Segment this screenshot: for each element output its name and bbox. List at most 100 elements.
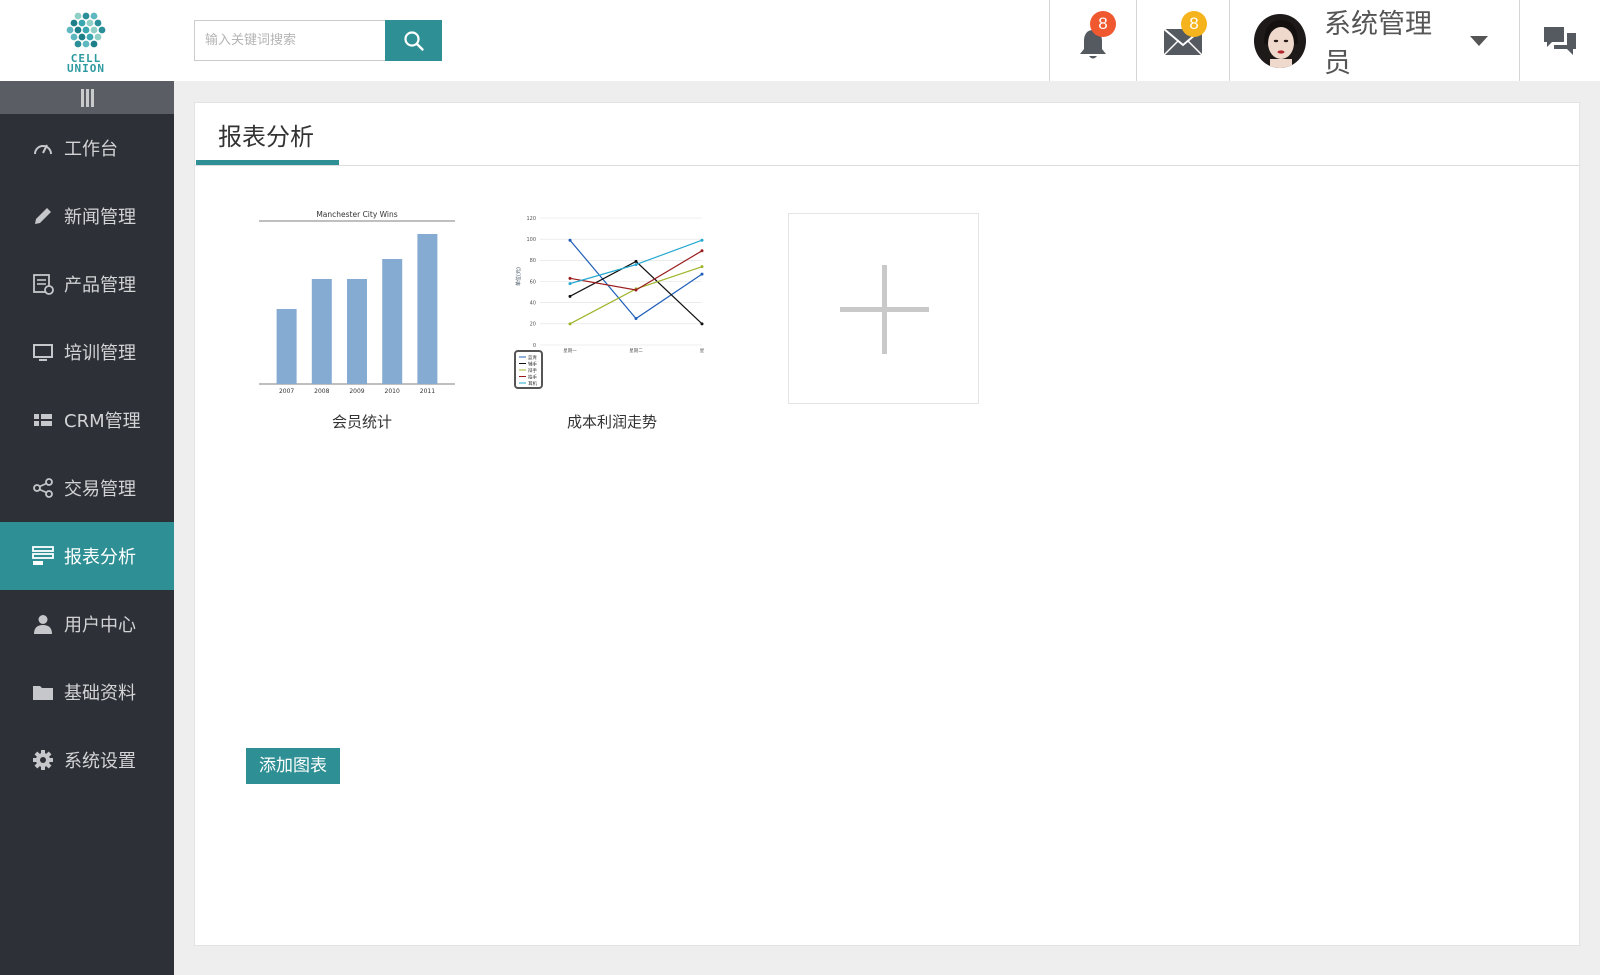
sidebar: 工作台 新闻管理 产品管理 培训管理 CRM管理 交易管理 报表分析 用户中心 …	[0, 81, 174, 975]
bar-2007	[276, 309, 297, 384]
sidebar-item-label: 系统设置	[64, 751, 136, 772]
sidebar-item-label: 培训管理	[64, 343, 136, 364]
series-point	[634, 288, 638, 292]
cell-union-logo[interactable]: CELL UNION	[56, 10, 116, 74]
x-tick-label: 2007	[279, 388, 294, 395]
search-input[interactable]	[194, 20, 385, 61]
sidebar-item-settings[interactable]: 系统设置	[0, 726, 174, 794]
logo-dot	[66, 26, 74, 34]
logo-dot	[82, 12, 90, 20]
logo-dot	[82, 40, 90, 48]
x-tick-label: 星期一	[563, 348, 577, 354]
sidebar-item-label: 工作台	[64, 139, 118, 160]
add-chart-tile[interactable]	[788, 213, 979, 404]
chevron-down-icon	[1470, 35, 1488, 46]
notifications-button[interactable]: 8	[1050, 0, 1136, 81]
sidebar-item-label: 新闻管理	[64, 207, 136, 228]
chat-button[interactable]	[1520, 0, 1600, 81]
logo-dot	[90, 12, 98, 20]
y-tick-label: 120	[526, 216, 536, 222]
x-tick-label: 星期二	[629, 348, 643, 354]
series-point	[700, 238, 704, 242]
y-tick-label: 0	[533, 343, 536, 349]
series-point	[700, 322, 704, 326]
sidebar-item-label: 报表分析	[64, 547, 136, 568]
page-title: 报表分析	[218, 123, 314, 151]
series-point	[568, 322, 572, 326]
series-line-3	[569, 250, 703, 291]
speedometer-icon	[32, 137, 54, 159]
series-point	[700, 265, 704, 269]
user-icon	[32, 613, 54, 635]
search-button[interactable]	[385, 20, 442, 61]
y-tick-label: 100	[526, 237, 536, 243]
sidebar-item-workbench[interactable]: 工作台	[0, 114, 174, 182]
logo-dot	[94, 33, 102, 41]
messages-button[interactable]: 8	[1137, 0, 1229, 81]
chart-card-member-stats[interactable]: Manchester City Wins 2007 2008 2009 2010 201…	[252, 206, 472, 436]
sidebar-item-label: 基础资料	[64, 683, 136, 704]
bar-2009	[347, 279, 367, 384]
series-point	[568, 282, 572, 286]
report-panel: 报表分析 Manchester City Wins 2007 2008 2009 20…	[194, 102, 1580, 946]
sidebar-item-products[interactable]: 产品管理	[0, 250, 174, 318]
notifications-badge: 8	[1090, 11, 1116, 37]
chart-caption: 成本利润走势	[566, 413, 657, 431]
x-tick-label: 2009	[349, 388, 364, 395]
series-point	[634, 259, 638, 263]
sidebar-item-trading[interactable]: 交易管理	[0, 454, 174, 522]
series-point	[634, 317, 638, 321]
logo-dot	[74, 26, 82, 34]
bar-chart: Manchester City Wins 2007 2008 2009 2010 201…	[259, 210, 455, 395]
series-point	[700, 249, 704, 253]
sidebar-item-news[interactable]: 新闻管理	[0, 182, 174, 250]
search-icon	[403, 30, 424, 51]
legend-entry: 耳机	[528, 380, 537, 387]
logo-text-line2: UNION	[66, 62, 106, 75]
logo-dot	[82, 26, 90, 34]
chart-title: Manchester City Wins	[316, 210, 397, 219]
add-chart-button[interactable]: 添加图表	[246, 748, 340, 784]
sidebar-item-crm[interactable]: CRM管理	[0, 386, 174, 454]
logo-dot	[94, 19, 102, 27]
user-name: 系统管理员	[1324, 8, 1432, 79]
logo-dot	[78, 19, 86, 27]
line-chart: 0 20 40 60 80 100 120 星期一 星期二 星 单位(元) 蓝青辅手辩手拍手耳机	[514, 216, 705, 389]
top-header: CELL UNION 8 8	[0, 0, 1600, 81]
user-menu[interactable]: 系统管理员	[1230, 0, 1488, 81]
logo-dot	[74, 12, 82, 20]
sidebar-item-label: 产品管理	[64, 275, 136, 296]
report-icon	[32, 545, 54, 567]
logo-dot	[78, 33, 86, 41]
legend-entry: 蓝青	[528, 354, 537, 361]
logo-dot	[86, 33, 94, 41]
y-tick-label: 20	[530, 322, 536, 328]
x-tick-label: 星	[700, 348, 705, 354]
y-tick-label: 40	[530, 300, 536, 306]
series-point	[568, 238, 572, 242]
logo-dot	[70, 33, 78, 41]
folder-icon	[32, 681, 54, 703]
sidebar-item-reports[interactable]: 报表分析	[0, 522, 174, 590]
y-tick-label: 60	[530, 279, 536, 285]
logo-dot	[90, 40, 98, 48]
bar-2011	[417, 234, 438, 384]
logo-dot	[86, 19, 94, 27]
pencil-icon	[32, 205, 54, 227]
chart-card-cost-profit-trend[interactable]: 0 20 40 60 80 100 120 星期一 星期二星 单位(元) 蓝青 辅手 辩手 拍手 耳机 …	[512, 206, 712, 436]
sidebar-item-base-data[interactable]: 基础资料	[0, 658, 174, 726]
sidebar-item-user-center[interactable]: 用户中心	[0, 590, 174, 658]
series-line-0	[569, 239, 703, 320]
legend-entry: 辅手	[528, 360, 537, 367]
series-point	[634, 263, 638, 267]
grid-icon	[32, 409, 54, 431]
monitor-icon	[32, 341, 54, 363]
sidebar-item-label: 交易管理	[64, 479, 136, 500]
messages-badge: 8	[1181, 11, 1207, 37]
sidebar-toggle[interactable]	[0, 81, 174, 114]
x-tick-label: 2008	[314, 388, 329, 395]
list-settings-icon	[32, 273, 54, 295]
logo-dot	[70, 19, 78, 27]
x-tick-label: 2010	[385, 388, 400, 395]
sidebar-item-training[interactable]: 培训管理	[0, 318, 174, 386]
